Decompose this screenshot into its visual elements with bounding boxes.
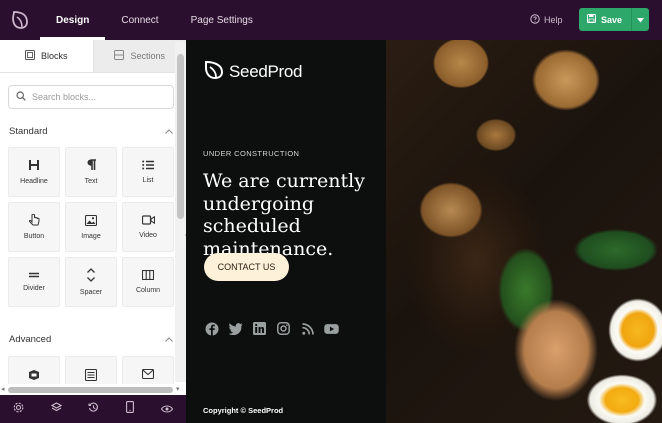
eyebrow-text[interactable]: UNDER CONSTRUCTION bbox=[203, 149, 299, 158]
mobile-preview-icon[interactable] bbox=[126, 400, 135, 418]
sidebar-tabs: Blocks Sections bbox=[0, 40, 186, 73]
block-optin[interactable] bbox=[8, 356, 60, 384]
tab-sections[interactable]: Sections bbox=[92, 40, 186, 72]
tab-blocks[interactable]: Blocks bbox=[0, 40, 93, 72]
mail-icon bbox=[142, 369, 154, 379]
advanced-section-header[interactable]: Advanced bbox=[9, 334, 173, 345]
settings-icon[interactable] bbox=[13, 400, 24, 418]
youtube-icon[interactable] bbox=[324, 321, 339, 336]
optin-icon bbox=[28, 369, 40, 381]
rss-icon[interactable] bbox=[300, 321, 315, 336]
spacer-icon bbox=[86, 268, 96, 282]
block-form[interactable] bbox=[65, 356, 117, 384]
tab-page-settings[interactable]: Page Settings bbox=[175, 0, 269, 40]
block-column[interactable]: Column bbox=[122, 257, 174, 307]
block-list[interactable]: List bbox=[122, 147, 174, 197]
scroll-left-arrow-icon[interactable]: ◂ bbox=[1, 385, 5, 393]
headline-line: We are currently bbox=[203, 170, 365, 192]
search-placeholder: Search blocks... bbox=[32, 92, 97, 102]
caret-down-icon bbox=[637, 15, 644, 25]
blocks-sidebar: Blocks Sections Search blocks... Standar… bbox=[0, 40, 186, 423]
brand-logo[interactable]: SeedProd bbox=[204, 59, 303, 84]
standard-section-header[interactable]: Standard bbox=[9, 126, 173, 137]
advanced-blocks-grid bbox=[8, 356, 174, 384]
video-icon bbox=[141, 215, 155, 225]
block-label: Divider bbox=[23, 285, 45, 292]
sections-icon bbox=[114, 50, 125, 62]
scroll-down-arrow-icon[interactable]: ▾ bbox=[176, 385, 180, 393]
tab-blocks-label: Blocks bbox=[40, 51, 68, 61]
list-icon bbox=[142, 160, 154, 170]
search-blocks-input[interactable]: Search blocks... bbox=[8, 85, 174, 109]
standard-section-title: Standard bbox=[9, 126, 48, 137]
save-options-dropdown[interactable] bbox=[631, 8, 649, 31]
standard-blocks-grid: Headline Text List Button Image Video Di… bbox=[8, 147, 174, 307]
block-label: Headline bbox=[20, 178, 48, 185]
block-label: Spacer bbox=[79, 289, 103, 296]
pointer-icon bbox=[28, 214, 40, 226]
scrollbar-thumb[interactable] bbox=[177, 54, 184, 219]
copyright-text[interactable]: Copyright © SeedProd bbox=[203, 406, 283, 415]
brand-name: SeedProd bbox=[229, 61, 303, 81]
social-icons bbox=[204, 321, 339, 336]
instagram-icon[interactable] bbox=[276, 321, 291, 336]
help-link[interactable]: Help bbox=[530, 0, 563, 40]
block-headline[interactable]: Headline bbox=[8, 147, 60, 197]
block-button[interactable]: Button bbox=[8, 202, 60, 252]
history-icon[interactable] bbox=[88, 400, 99, 418]
save-button-group: Save bbox=[579, 8, 649, 31]
tab-sections-label: Sections bbox=[130, 51, 166, 61]
facebook-icon[interactable] bbox=[204, 321, 219, 336]
block-email[interactable] bbox=[122, 356, 174, 384]
block-label: Column bbox=[135, 287, 161, 294]
page-preview-canvas[interactable]: SeedProd UNDER CONSTRUCTION We are curre… bbox=[186, 40, 662, 423]
layers-icon[interactable] bbox=[50, 400, 63, 418]
help-icon bbox=[530, 14, 540, 26]
block-label: Text bbox=[84, 178, 98, 185]
block-divider[interactable]: Divider bbox=[8, 257, 60, 307]
twitter-icon[interactable] bbox=[228, 321, 243, 336]
headline-line: undergoing scheduled bbox=[203, 192, 315, 238]
save-label: Save bbox=[601, 14, 623, 25]
block-video[interactable]: Video bbox=[122, 202, 174, 252]
block-spacer[interactable]: Spacer bbox=[65, 257, 117, 307]
seedprod-leaf-icon bbox=[204, 59, 224, 84]
page-headline[interactable]: We are currently undergoing scheduled ma… bbox=[203, 170, 413, 260]
block-label: Video bbox=[139, 232, 157, 239]
save-button[interactable]: Save bbox=[579, 8, 631, 31]
linkedin-icon[interactable] bbox=[252, 321, 267, 336]
heading-icon bbox=[28, 159, 40, 171]
form-icon bbox=[85, 369, 97, 381]
block-image[interactable]: Image bbox=[65, 202, 117, 252]
horizontal-scrollbar[interactable] bbox=[8, 387, 173, 393]
top-bar: Design Connect Page Settings Help Save bbox=[0, 0, 662, 40]
save-disk-icon bbox=[587, 14, 596, 25]
paragraph-icon bbox=[86, 159, 97, 171]
help-label: Help bbox=[544, 15, 563, 25]
block-label: List bbox=[142, 177, 154, 184]
seedprod-leaf-icon[interactable] bbox=[0, 0, 40, 40]
vertical-scrollbar[interactable] bbox=[175, 42, 186, 382]
column-icon bbox=[142, 270, 154, 280]
block-label: Image bbox=[81, 232, 101, 240]
blocks-icon bbox=[24, 50, 35, 62]
preview-eye-icon[interactable] bbox=[160, 400, 173, 418]
tab-connect[interactable]: Connect bbox=[105, 0, 174, 40]
search-icon bbox=[16, 91, 26, 103]
contact-us-button[interactable]: CONTACT US bbox=[204, 253, 289, 281]
divider-icon bbox=[28, 272, 40, 278]
tab-design[interactable]: Design bbox=[40, 0, 106, 40]
block-label: Button bbox=[23, 233, 45, 240]
hero-background-image bbox=[386, 40, 662, 423]
block-text[interactable]: Text bbox=[65, 147, 117, 197]
chevron-up-icon bbox=[165, 334, 173, 345]
chevron-up-icon bbox=[165, 126, 173, 137]
image-icon bbox=[85, 214, 97, 226]
advanced-section-title: Advanced bbox=[9, 334, 52, 345]
sidebar-bottom-toolbar bbox=[0, 395, 186, 423]
